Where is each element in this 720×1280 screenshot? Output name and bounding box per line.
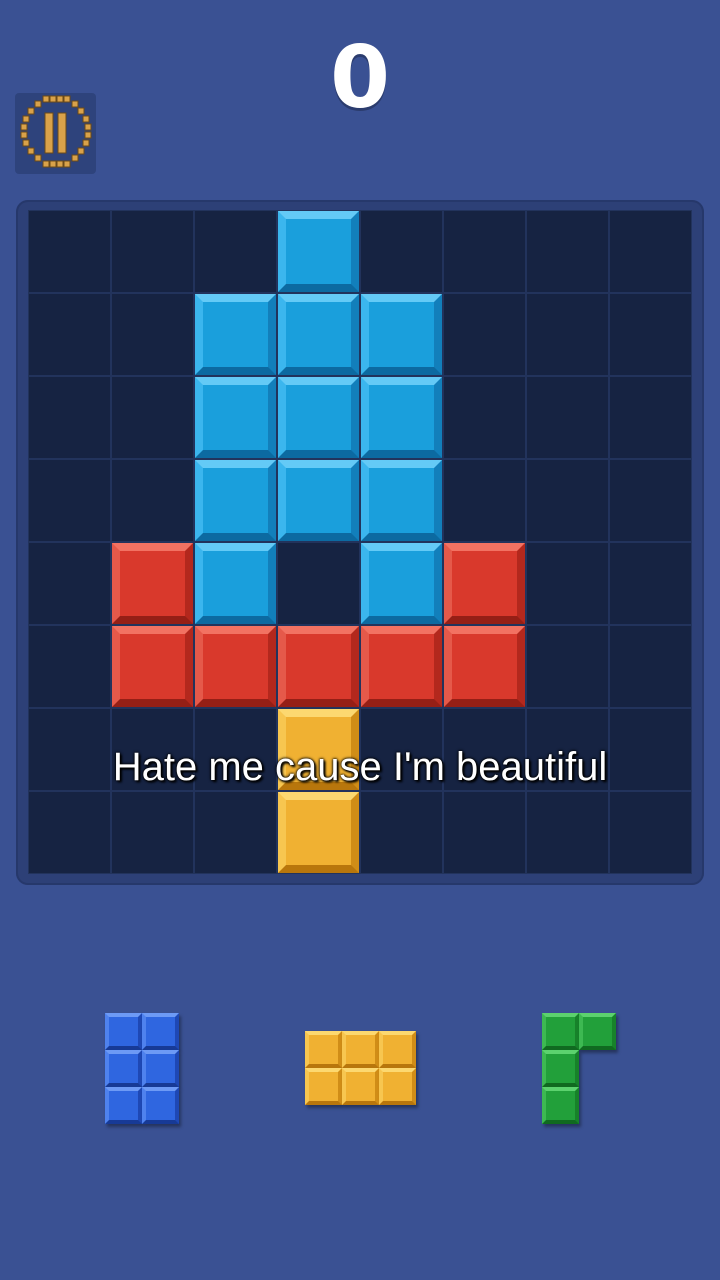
- board-cell[interactable]: [277, 542, 360, 625]
- board-cell[interactable]: [609, 542, 692, 625]
- board-cell[interactable]: [28, 625, 111, 708]
- blue-piece-block: [142, 1049, 179, 1087]
- board-cell[interactable]: [111, 791, 194, 874]
- board-cell[interactable]: [609, 791, 692, 874]
- board-cell[interactable]: [443, 293, 526, 376]
- blue-block: [278, 211, 359, 292]
- blue-piece-block: [142, 1012, 179, 1050]
- blue-piece-block: [105, 1049, 142, 1087]
- yellow-piece-block: [341, 1068, 379, 1105]
- red-block: [444, 626, 525, 707]
- board-cell[interactable]: [28, 210, 111, 293]
- score-display: 0: [330, 28, 390, 128]
- board-cell[interactable]: [443, 376, 526, 459]
- board-cell[interactable]: [609, 625, 692, 708]
- blue-block: [278, 294, 359, 375]
- pause-button[interactable]: [15, 93, 96, 174]
- board-cell[interactable]: [526, 625, 609, 708]
- green-piece-block: [542, 1086, 579, 1124]
- board-cell[interactable]: [360, 210, 443, 293]
- blue-3x2-piece[interactable]: [105, 1012, 179, 1124]
- board-cell[interactable]: [609, 376, 692, 459]
- blue-piece-block: [105, 1012, 142, 1050]
- yellow-piece-block: [378, 1068, 416, 1105]
- blue-block: [361, 294, 442, 375]
- blue-block: [361, 377, 442, 458]
- board-cell[interactable]: [443, 210, 526, 293]
- board-cell[interactable]: [609, 293, 692, 376]
- board-cell[interactable]: [526, 210, 609, 293]
- board-cell[interactable]: [28, 542, 111, 625]
- blue-block: [361, 460, 442, 541]
- blue-block: [278, 377, 359, 458]
- red-block: [195, 626, 276, 707]
- red-block: [112, 543, 193, 624]
- board-cell[interactable]: [360, 791, 443, 874]
- blue-block: [195, 460, 276, 541]
- yellow-2x3-piece[interactable]: [304, 1031, 416, 1105]
- green-piece-block: [579, 1012, 616, 1050]
- blue-piece-block: [105, 1086, 142, 1124]
- board-cell[interactable]: [28, 459, 111, 542]
- pause-icon: [20, 95, 92, 168]
- board-cell[interactable]: [526, 376, 609, 459]
- green-corner-piece[interactable]: [542, 1012, 616, 1124]
- blue-block: [195, 543, 276, 624]
- board-cell[interactable]: [194, 791, 277, 874]
- blue-block: [195, 377, 276, 458]
- board-cell[interactable]: [111, 376, 194, 459]
- blue-block: [278, 460, 359, 541]
- video-caption: Hate me cause I'm beautiful: [112, 745, 608, 789]
- yellow-block: [278, 792, 359, 873]
- red-block: [361, 626, 442, 707]
- green-piece-block: [542, 1012, 579, 1050]
- green-piece-block: [542, 1049, 579, 1087]
- board-cell[interactable]: [609, 210, 692, 293]
- yellow-piece-block: [304, 1068, 342, 1105]
- yellow-piece-block: [378, 1031, 416, 1068]
- yellow-piece-block: [304, 1031, 342, 1068]
- board-cell[interactable]: [526, 791, 609, 874]
- blue-piece-block: [142, 1086, 179, 1124]
- board-cell[interactable]: [28, 791, 111, 874]
- red-block: [112, 626, 193, 707]
- blue-block: [361, 543, 442, 624]
- red-block: [444, 543, 525, 624]
- board-cell[interactable]: [443, 791, 526, 874]
- board-cell[interactable]: [28, 293, 111, 376]
- yellow-piece-block: [341, 1031, 379, 1068]
- board-cell[interactable]: [28, 376, 111, 459]
- board-cell[interactable]: [526, 542, 609, 625]
- board-cell[interactable]: [609, 459, 692, 542]
- board-cell[interactable]: [111, 293, 194, 376]
- board-cell[interactable]: [443, 459, 526, 542]
- board-cell[interactable]: [111, 459, 194, 542]
- board-cell[interactable]: [194, 210, 277, 293]
- board-cell[interactable]: [111, 210, 194, 293]
- board-cell[interactable]: [526, 293, 609, 376]
- red-block: [278, 626, 359, 707]
- board-cell[interactable]: [526, 459, 609, 542]
- blue-block: [195, 294, 276, 375]
